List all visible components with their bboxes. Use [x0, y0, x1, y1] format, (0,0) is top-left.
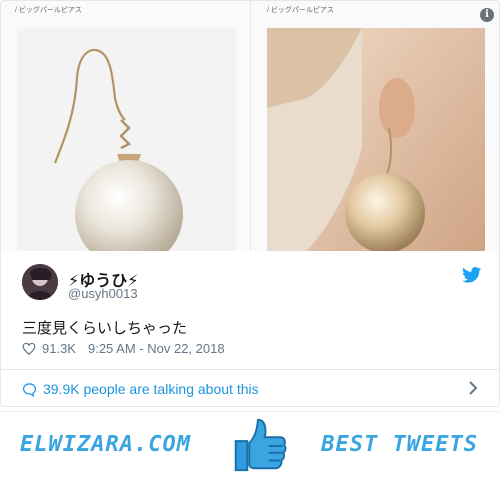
- speech-bubble-icon: [22, 382, 37, 397]
- model-wearing-earring-image[interactable]: [267, 28, 485, 251]
- media-caption: / ビッグパールピアス: [15, 7, 82, 14]
- media-right[interactable]: / ビッグパールピアス i: [251, 1, 499, 251]
- heart-icon[interactable]: [22, 342, 36, 356]
- tweet-text: 三度見くらいしちゃった: [22, 320, 188, 337]
- info-icon[interactable]: i: [480, 8, 494, 22]
- conversation-label[interactable]: 39.9K people are talking about this: [43, 381, 259, 397]
- twitter-bird-icon[interactable]: [462, 267, 482, 283]
- thumbs-up-icon: [234, 418, 287, 472]
- site-banner: ELWIZARA.COM BEST TWEETS: [0, 411, 500, 481]
- divider: [1, 369, 499, 370]
- tagline: BEST TWEETS: [321, 432, 478, 457]
- conversation-link[interactable]: 39.9K people are talking about this: [22, 379, 482, 399]
- tweet-timestamp[interactable]: 9:25 AM - Nov 22, 2018: [88, 341, 225, 356]
- site-name[interactable]: ELWIZARA.COM: [20, 432, 191, 457]
- pearl-earring-product-image[interactable]: [17, 28, 236, 251]
- media-left[interactable]: / ビッグパールピアス: [1, 1, 251, 251]
- user-handle[interactable]: @usyh0013: [68, 286, 138, 301]
- like-count[interactable]: 91.3K: [42, 341, 76, 356]
- media-caption: / ビッグパールピアス: [267, 7, 334, 14]
- tweet-author[interactable]: ⚡ゆうひ⚡ @usyh0013: [22, 264, 482, 304]
- tweet-meta: 91.3K 9:25 AM - Nov 22, 2018: [22, 341, 225, 356]
- tweet-embed: / ビッグパールピアス / ビッグパールピアス i ⚡ゆうひ⚡ @usyh001…: [0, 0, 500, 407]
- avatar[interactable]: [22, 264, 58, 300]
- chevron-right-icon[interactable]: [468, 381, 478, 395]
